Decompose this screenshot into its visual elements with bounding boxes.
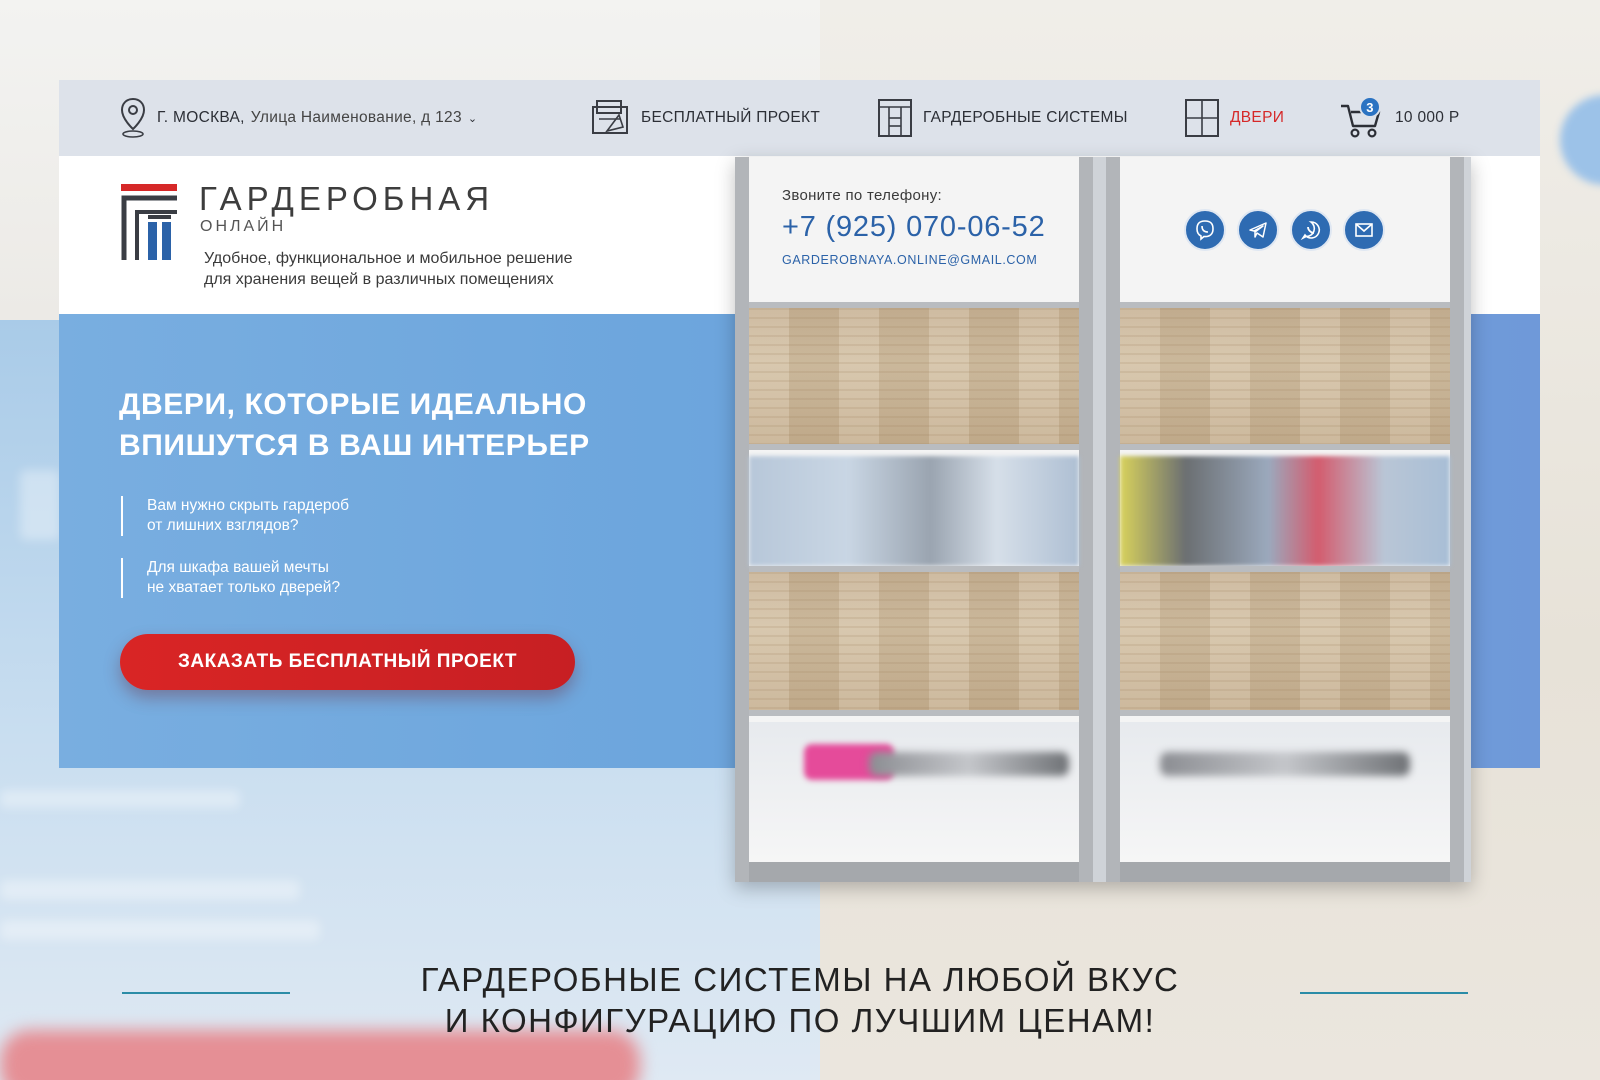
hero-question-line: Для шкафа вашей мечты xyxy=(147,559,329,576)
hero-title: ДВЕРИ, КОТОРЫЕ ИДЕАЛЬНО ВПИШУТСЯ В ВАШ И… xyxy=(119,384,590,466)
bg-ghost-block xyxy=(0,880,300,900)
top-bar: Г. МОСКВА, Улица Наименование, д 123 ⌄ Б… xyxy=(59,80,1540,156)
whatsapp-icon[interactable] xyxy=(1290,209,1332,251)
wood-panel xyxy=(749,302,1079,450)
glass-panel-bottom xyxy=(749,722,1079,862)
social-links xyxy=(1184,209,1385,251)
viber-icon[interactable] xyxy=(1184,209,1226,251)
brand-logo[interactable] xyxy=(121,184,181,265)
wardrobe-system-icon xyxy=(878,99,912,137)
cart-total: 10 000 Р xyxy=(1395,109,1460,126)
wood-panel xyxy=(1120,302,1450,450)
decor-line-left xyxy=(122,992,290,994)
bg-shoes xyxy=(1160,752,1410,776)
contact-phone-link[interactable]: +7 (925) 070-06-52 xyxy=(782,211,1046,244)
mail-icon[interactable] xyxy=(1343,209,1385,251)
hero-question-line: Вам нужно скрыть гардероб xyxy=(147,497,350,514)
wardrobe-door-right xyxy=(1106,157,1464,882)
nav-doors[interactable]: ДВЕРИ xyxy=(1184,80,1284,156)
nav-free-project[interactable]: БЕСПЛАТНЫЙ ПРОЕКТ xyxy=(589,80,820,156)
door-bottom-rail xyxy=(1120,862,1450,882)
doors-icon xyxy=(1185,99,1219,137)
cart-count-badge: 3 xyxy=(1359,96,1381,118)
brand-name: ГАРДЕРОБНАЯ xyxy=(199,180,495,217)
wood-panel xyxy=(1120,566,1450,716)
telegram-glyph xyxy=(1249,222,1267,238)
nav-free-project-label: БЕСПЛАТНЫЙ ПРОЕКТ xyxy=(641,109,821,126)
cart-icon-wrap: 3 xyxy=(1339,96,1383,140)
brand-description-line: Удобное, функциональное и мобильное реше… xyxy=(204,250,573,267)
chevron-down-icon: ⌄ xyxy=(467,112,478,125)
contact-email-link[interactable]: GARDEROBNAYA.ONLINE@GMAIL.COM xyxy=(782,253,1037,267)
order-free-project-button[interactable]: ЗАКАЗАТЬ БЕСПЛАТНЫЙ ПРОЕКТ xyxy=(120,634,575,690)
hero-question: Вам нужно скрыть гардероб от лишних взгл… xyxy=(121,496,521,536)
bg-ghost-block xyxy=(0,920,320,940)
section-title-line: И КОНФИГУРАЦИЮ ПО ЛУЧШИМ ЦЕНАМ! xyxy=(444,1002,1156,1039)
glass-panel xyxy=(1120,456,1450,566)
bg-ghost-block xyxy=(20,470,60,540)
bg-shoes xyxy=(869,752,1069,776)
decor-line-right xyxy=(1300,992,1468,994)
hero-question-line: не хватает только дверей? xyxy=(147,579,341,596)
contact-label: Звоните по телефону: xyxy=(782,187,942,204)
hero-title-line: ДВЕРИ, КОТОРЫЕ ИДЕАЛЬНО xyxy=(119,388,587,421)
whatsapp-glyph xyxy=(1300,221,1320,241)
bg-ghost-block xyxy=(0,790,240,808)
section-title: ГАРДЕРОБНЫЕ СИСТЕМЫ НА ЛЮБОЙ ВКУС И КОНФ… xyxy=(300,959,1300,1041)
location-city: Г. МОСКВА, xyxy=(157,109,245,126)
glass-panel xyxy=(749,456,1079,566)
nav-wardrobe-systems-label: ГАРДЕРОБНЫЕ СИСТЕМЫ xyxy=(923,109,1128,126)
nav-wardrobe-systems[interactable]: ГАРДЕРОБНЫЕ СИСТЕМЫ xyxy=(877,80,1128,156)
section-title-line: ГАРДЕРОБНЫЕ СИСТЕМЫ НА ЛЮБОЙ ВКУС xyxy=(420,961,1180,998)
logo-mark-icon xyxy=(121,184,177,260)
hero-question-line: от лишних взглядов? xyxy=(147,517,299,534)
door-bottom-rail xyxy=(749,862,1079,882)
telegram-icon[interactable] xyxy=(1237,209,1279,251)
wardrobe-image: Звоните по телефону: +7 (925) 070-06-52 … xyxy=(735,157,1471,882)
viber-glyph xyxy=(1196,220,1214,241)
nav-doors-label: ДВЕРИ xyxy=(1230,109,1285,126)
location-selector[interactable]: Г. МОСКВА, Улица Наименование, д 123 ⌄ xyxy=(119,80,477,156)
wardrobe-door-left: Звоните по телефону: +7 (925) 070-06-52 … xyxy=(735,157,1093,882)
glass-panel-bottom xyxy=(1120,722,1450,862)
cart-button[interactable]: 3 10 000 Р xyxy=(1339,80,1459,156)
brand-subtitle: ОНЛАЙН xyxy=(200,218,287,235)
hero-question: Для шкафа вашей мечты не хватает только … xyxy=(121,558,521,598)
brand-description-line: для хранения вещей в различных помещения… xyxy=(204,271,554,288)
mail-glyph xyxy=(1355,223,1373,237)
location-street: Улица Наименование, д 123 xyxy=(250,109,462,126)
location-pin-icon xyxy=(120,97,146,138)
hero-title-line: ВПИШУТСЯ В ВАШ ИНТЕРЬЕР xyxy=(119,429,590,462)
brand-description: Удобное, функциональное и мобильное реше… xyxy=(204,248,572,290)
blueprint-icon xyxy=(592,100,628,134)
wood-panel xyxy=(749,566,1079,716)
